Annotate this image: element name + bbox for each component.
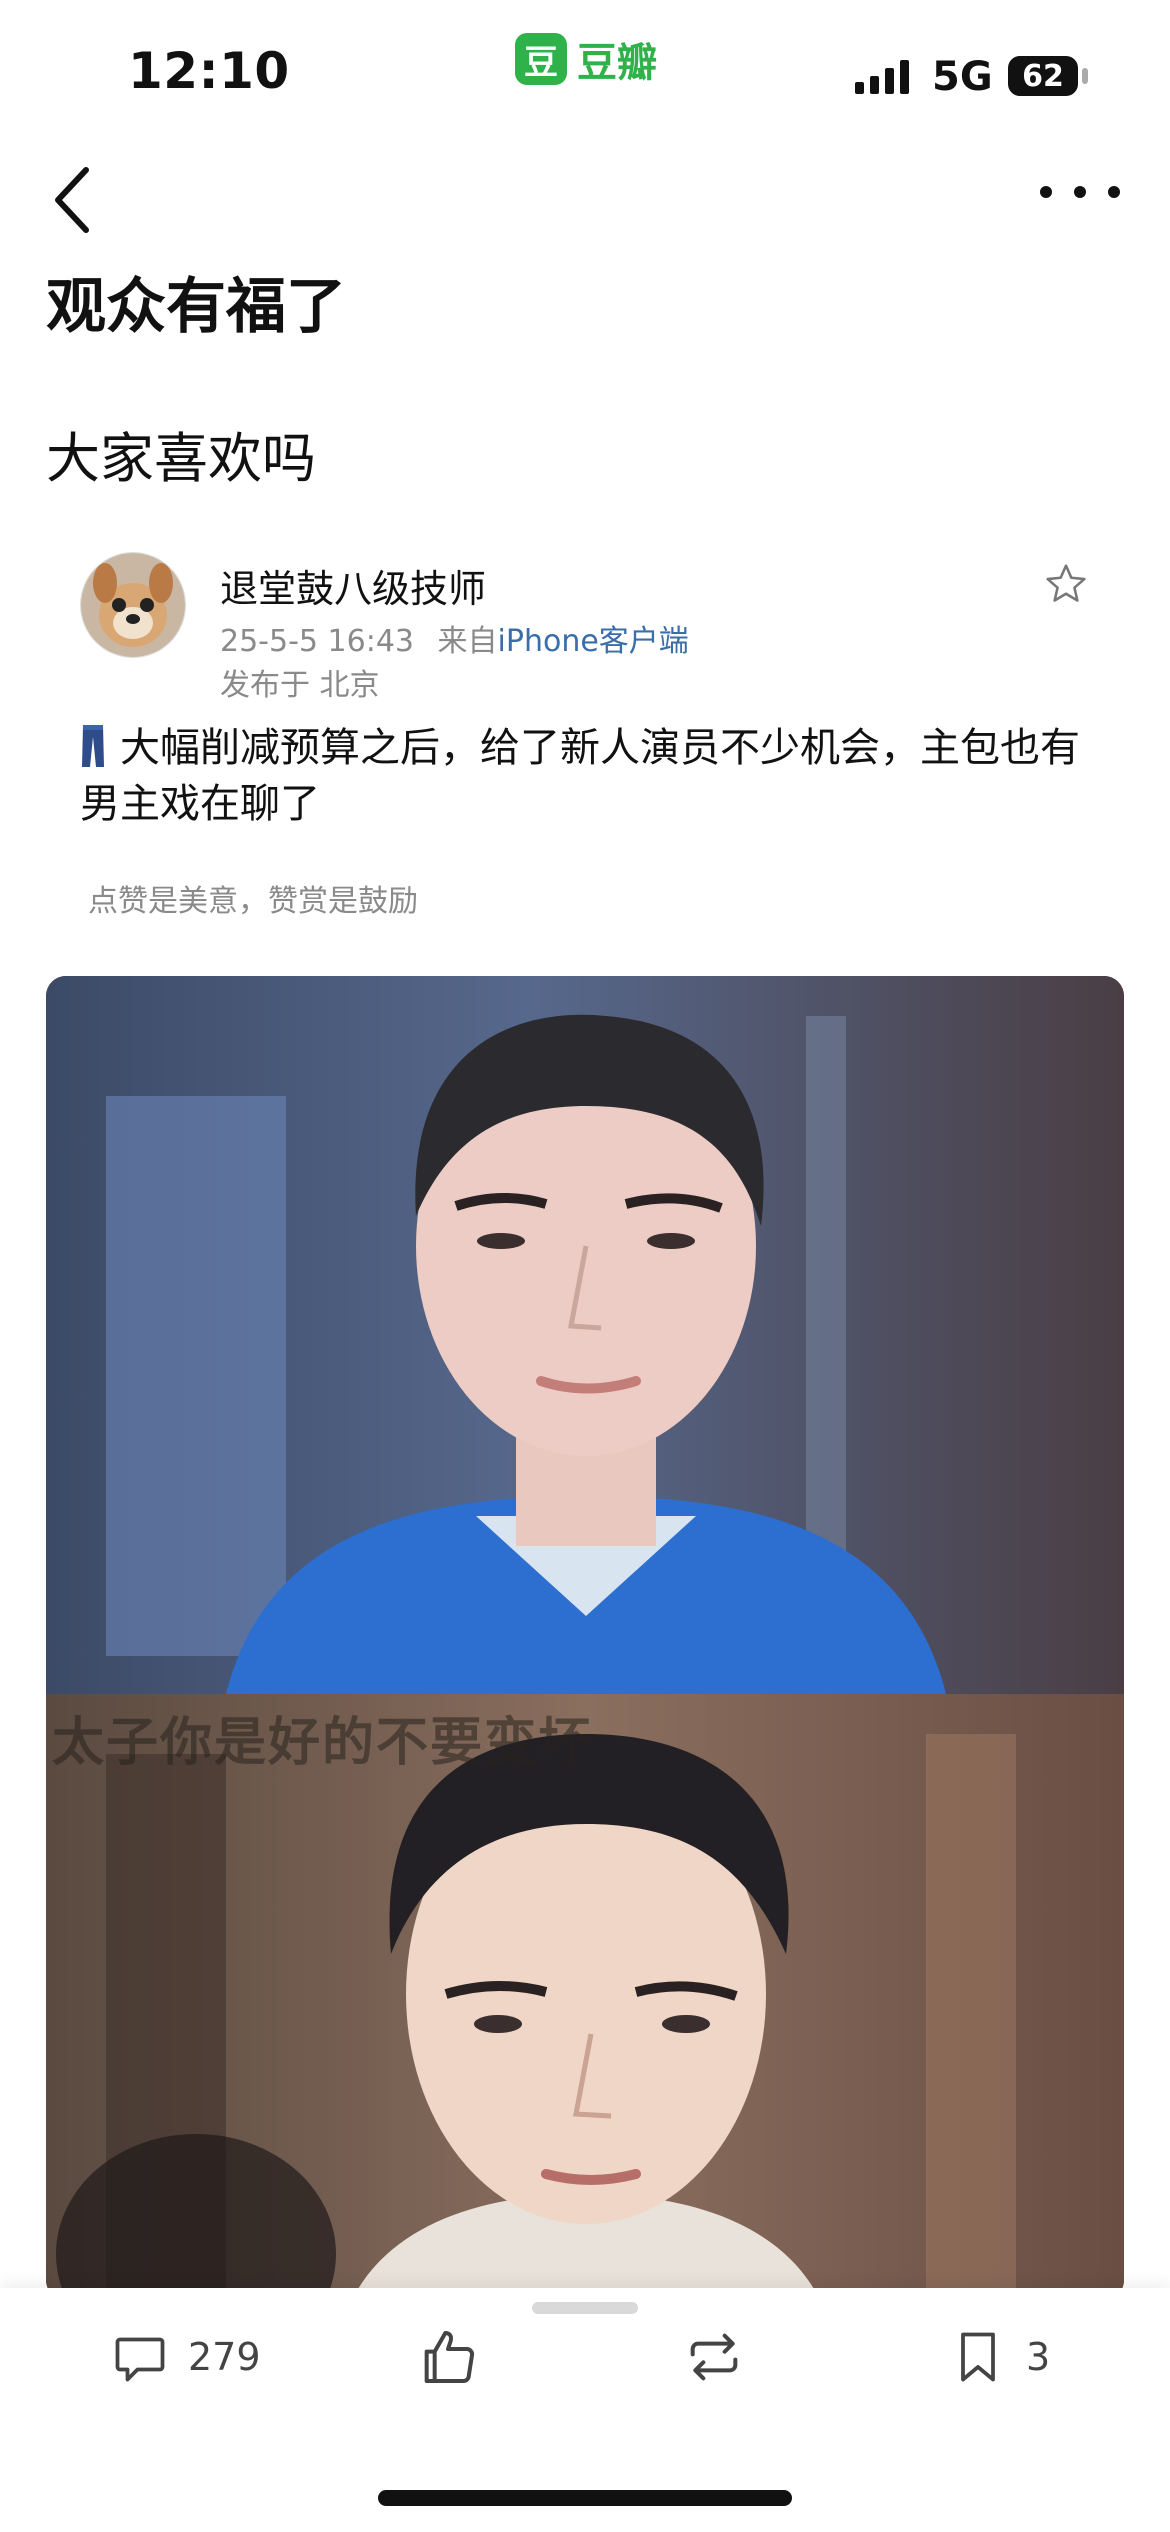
avatar[interactable] [80, 552, 186, 658]
app-badge: 豆 豆瓣 [515, 30, 657, 88]
battery-icon: 62 [1008, 56, 1078, 96]
status-time: 12:10 [128, 42, 290, 100]
comment-count: 279 [188, 2335, 261, 2379]
post-body-text: 大幅削减预算之后，给了新人演员不少机会，主包也有男主戏在聊了 [80, 725, 1080, 827]
like-button[interactable] [416, 2320, 480, 2394]
douban-logo-icon: 豆 [515, 33, 567, 85]
post-date: 25-5-5 16:43 [220, 624, 414, 659]
post-title: 观众有福了 [46, 272, 346, 342]
image-period-drama[interactable]: 太子你是好的不要变坏 [46, 1694, 1124, 2300]
repost-button[interactable] [682, 2320, 746, 2394]
post-image-card[interactable]: 太子你是好的不要变坏 [46, 976, 1124, 2300]
source-client: iPhone客户端 [497, 624, 689, 659]
repost-icon [690, 2333, 738, 2381]
post-body: 大幅削减预算之后，给了新人演员不少机会，主包也有男主戏在聊了 [80, 720, 1090, 832]
chevron-left-icon [55, 167, 89, 233]
comment-icon [115, 2337, 165, 2382]
sheet-grabber[interactable] [532, 2302, 638, 2314]
signal-bars-icon [855, 60, 909, 94]
avatar-dog-image [81, 553, 185, 657]
star-icon [1046, 564, 1086, 602]
blue-shirt-photo [46, 976, 1124, 1694]
post-subtitle: 大家喜欢吗 [46, 427, 316, 490]
collect-icon [961, 2332, 995, 2382]
more-dot [1074, 186, 1086, 198]
comment-button[interactable]: 279 [110, 2320, 261, 2394]
collect-button[interactable]: 3 [948, 2320, 1050, 2394]
more-dot [1108, 186, 1120, 198]
more-button[interactable] [1040, 172, 1120, 212]
image-caption-overlay: 太子你是好的不要变坏 [52, 1713, 593, 1773]
post-location: 发布于 北京 [220, 668, 380, 703]
post-meta: 25-5-5 16:43 来自iPhone客户端 [220, 616, 689, 660]
like-icon [424, 2331, 475, 2383]
author-name[interactable]: 退堂鼓八级技师 [220, 558, 486, 613]
favorite-star-button[interactable] [1044, 562, 1088, 606]
app-name: 豆瓣 [577, 40, 657, 86]
source-prefix: 来自 [437, 624, 498, 659]
reward-hint: 点赞是美意，赞赏是鼓励 [88, 884, 418, 919]
home-indicator[interactable] [378, 2490, 792, 2506]
battery-level: 62 [1022, 58, 1064, 94]
image-blue-shirt[interactable] [46, 976, 1124, 1694]
jeans-emoji-icon [82, 725, 104, 767]
collect-count: 3 [1026, 2335, 1051, 2379]
network-label: 5G [932, 54, 993, 100]
battery-cap [1082, 68, 1088, 84]
more-dot [1040, 186, 1052, 198]
back-button[interactable] [44, 160, 104, 240]
period-drama-photo [46, 1694, 1124, 2300]
